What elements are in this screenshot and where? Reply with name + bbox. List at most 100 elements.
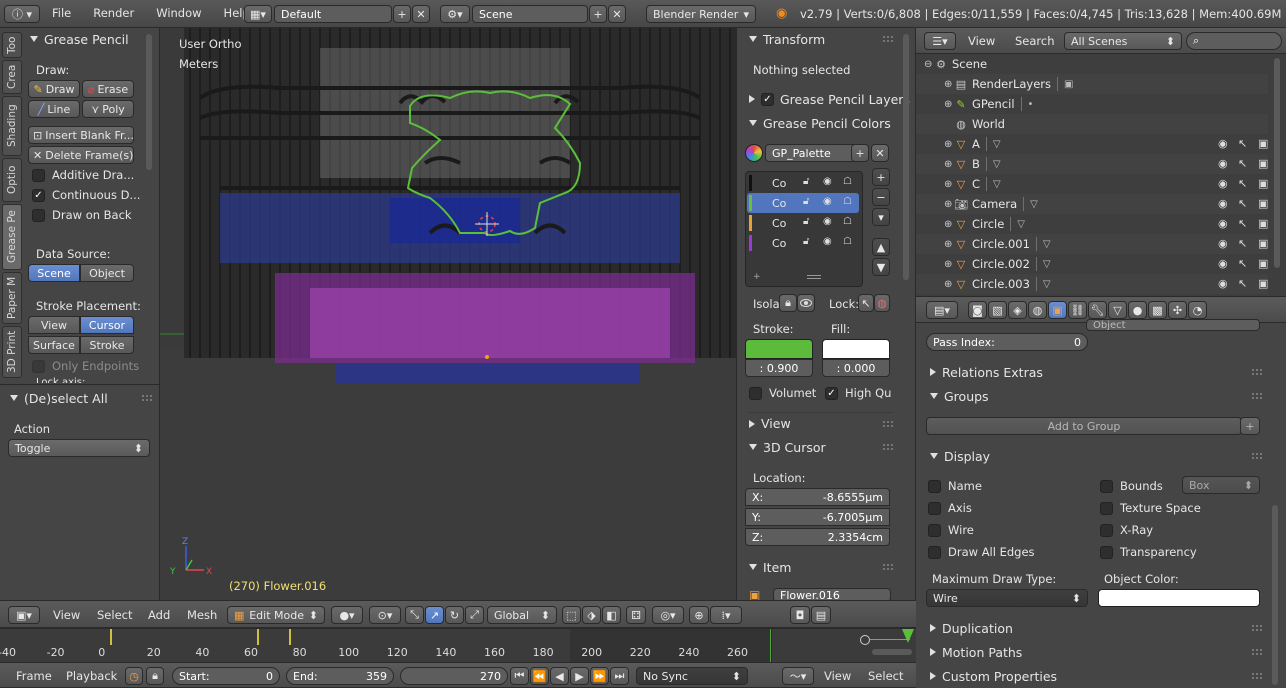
gp-draw-button[interactable]: ✎ Draw [28, 80, 80, 98]
selectable-cursor-icon[interactable]: ↖ [1238, 277, 1247, 290]
outliner-row[interactable]: ◍ World [916, 114, 1268, 134]
expand-icon[interactable]: ⊕ [944, 239, 954, 250]
render-engine-select[interactable]: Blender Render ▾ [646, 5, 756, 23]
eye-icon[interactable]: ◉ [823, 236, 832, 247]
drag-grip-icon[interactable] [1252, 625, 1262, 631]
remove-scene-button[interactable]: ✕ [608, 5, 626, 23]
fill-alpha-field[interactable]: : 0.000 [822, 359, 890, 377]
eye-icon[interactable]: ◉ [823, 176, 832, 187]
pass-index-field[interactable]: Pass Index: 0 [926, 333, 1088, 351]
mesh-data-icon[interactable]: ▽ [1043, 279, 1051, 290]
gp-poly-button[interactable]: ⋎ Poly [82, 100, 134, 118]
scale-manipulator-icon[interactable]: ⤢ [465, 606, 484, 624]
jump-prev-keyframe-icon[interactable]: ⏪ [530, 667, 549, 685]
particles-context-icon[interactable]: ✣ [1168, 301, 1187, 319]
expand-icon[interactable]: ⊕ [944, 219, 954, 230]
lock-cursor-button[interactable]: ↖ [858, 294, 874, 312]
expand-icon[interactable]: ⊕ [944, 279, 954, 290]
mesh-data-icon[interactable]: ▣ [1064, 79, 1073, 90]
draw-all-edges-checkbox[interactable]: Draw All Edges [928, 545, 1035, 559]
eye-icon[interactable]: ◉ [823, 196, 832, 207]
expand-icon[interactable]: ⊕ [944, 179, 954, 190]
preview-range-icon[interactable]: ◷ [125, 667, 143, 685]
timeline-frame-menu[interactable]: Frame [16, 669, 52, 683]
continuous-drawing-checkbox[interactable]: ✓ Continuous D... [32, 188, 140, 202]
view3d-add-menu[interactable]: Add [148, 608, 170, 622]
visibility-eye-icon[interactable]: ◉ [1218, 177, 1228, 190]
outliner-row[interactable]: ⊕ ▽ C ▽ ◉ ↖ ▣ [916, 174, 1268, 194]
ghost-icon[interactable]: ☖ [843, 196, 852, 207]
data-context-icon[interactable]: ▽ [1108, 301, 1127, 319]
stroke-alpha-field[interactable]: : 0.900 [745, 359, 813, 377]
delete-frames-button[interactable]: ✕ Delete Frame(s) [28, 146, 134, 164]
list-plus-icon[interactable]: + [753, 272, 761, 282]
additive-check[interactable] [32, 168, 45, 182]
modifiers-context-icon[interactable]: 🔧︎ [1088, 301, 1107, 319]
view3d-editor-type-button[interactable]: ▣▾ [8, 606, 40, 624]
render-camera-icon[interactable]: ▣ [1258, 177, 1268, 190]
visibility-eye-icon[interactable]: ◉ [1218, 217, 1228, 230]
cursor-y-field[interactable]: Y: -6.7005µm [745, 508, 890, 526]
custom-properties-header[interactable]: Custom Properties [930, 665, 1262, 687]
face-select-icon[interactable]: ◧ [602, 606, 621, 624]
expand-icon[interactable]: ⊕ [944, 99, 954, 110]
jump-end-icon[interactable]: ⏭ [610, 667, 629, 685]
lock-color-button[interactable]: ◍ [874, 294, 890, 312]
render-animation-icon[interactable]: ▤ [811, 606, 831, 624]
relations-extras-header[interactable]: Relations Extras [930, 361, 1262, 383]
render-camera-icon[interactable]: ▣ [1258, 277, 1268, 290]
outliner-view-menu[interactable]: View [968, 34, 995, 48]
transform-panel-header[interactable]: Transform [749, 28, 893, 50]
lock-icon[interactable]: 🔓︎ [803, 216, 809, 227]
operator-panel-header[interactable]: (De)select All [10, 387, 152, 409]
selectable-cursor-icon[interactable]: ↖ [1238, 157, 1247, 170]
move-color-down-button[interactable]: ▼ [872, 258, 890, 276]
graph-mini-view[interactable] [771, 628, 916, 662]
groups-header[interactable]: Groups [930, 385, 1262, 407]
scene-context-icon[interactable]: ◈ [1008, 301, 1027, 319]
outliner-row[interactable]: ⊖ ⚙ Scene [916, 54, 1268, 74]
cursor-z-field[interactable]: Z: 2.3354cm [745, 528, 890, 546]
physics-context-icon[interactable]: ◔ [1188, 301, 1207, 319]
info-editor-button[interactable]: ⓘ ▾ [4, 5, 40, 23]
render-camera-icon[interactable]: ▣ [1258, 157, 1268, 170]
snap-toggle-icon[interactable]: ⊕ [689, 606, 709, 624]
3d-viewport[interactable]: Z Y X User Ortho Meters (270) Flower.016 [160, 28, 736, 600]
outliner-row[interactable]: ⊕ ▽ Circle ▽ ◉ ↖ ▣ [916, 214, 1268, 234]
color-specials-button[interactable]: ▾ [872, 208, 890, 226]
lock-frame-range-icon[interactable]: 🔒︎ [146, 667, 164, 685]
3d-cursor-panel-header[interactable]: 3D Cursor [749, 436, 893, 458]
only-endpoints-check[interactable] [32, 359, 45, 373]
additive-drawing-checkbox[interactable]: Additive Dra... [32, 168, 134, 182]
transform-orientation-select[interactable]: Global ⬍ [487, 606, 557, 624]
render-context-icon[interactable]: ◙ [968, 301, 987, 319]
drag-grip-icon[interactable] [883, 420, 893, 427]
isolate-lock-button[interactable]: 🔒︎ [779, 294, 797, 312]
isolate-visibility-button[interactable] [797, 294, 815, 312]
ghost-icon[interactable]: ☖ [843, 216, 852, 227]
palette-name-field[interactable]: GP_Palette [765, 144, 857, 162]
cursor-x-field[interactable]: X: -8.6555µm [745, 488, 890, 506]
outliner-scrollbar[interactable] [1274, 58, 1280, 268]
mesh-data-icon[interactable]: ▽ [993, 179, 1001, 190]
data-source-scene-button[interactable]: Scene [28, 264, 80, 282]
play-reverse-icon[interactable]: ◀ [550, 667, 569, 685]
menu-file[interactable]: File [52, 6, 71, 20]
rotate-manipulator-icon[interactable]: ↻ [445, 606, 464, 624]
tab-paper-model[interactable]: Paper M [2, 272, 22, 324]
world-context-icon[interactable]: ◍ [1028, 301, 1047, 319]
selectable-cursor-icon[interactable]: ↖ [1238, 137, 1247, 150]
selectable-cursor-icon[interactable]: ↖ [1238, 217, 1247, 230]
timeline-playback-menu[interactable]: Playback [66, 669, 117, 683]
palette-color-item[interactable]: Co 🔓︎ ◉ ☖ [747, 233, 859, 253]
object-color-swatch[interactable] [1098, 589, 1260, 607]
mesh-data-icon[interactable]: ▽ [1043, 259, 1051, 270]
display-axis-check[interactable] [928, 501, 941, 515]
ghost-icon[interactable]: ☖ [843, 176, 852, 187]
add-color-button[interactable]: + [872, 168, 890, 186]
fill-color-swatch[interactable] [822, 339, 890, 359]
volumetric-check[interactable] [749, 386, 762, 400]
drag-grip-icon[interactable] [1252, 393, 1262, 399]
xray-checkbox[interactable]: X-Ray [1100, 523, 1153, 537]
render-camera-icon[interactable]: ▣ [1258, 137, 1268, 150]
